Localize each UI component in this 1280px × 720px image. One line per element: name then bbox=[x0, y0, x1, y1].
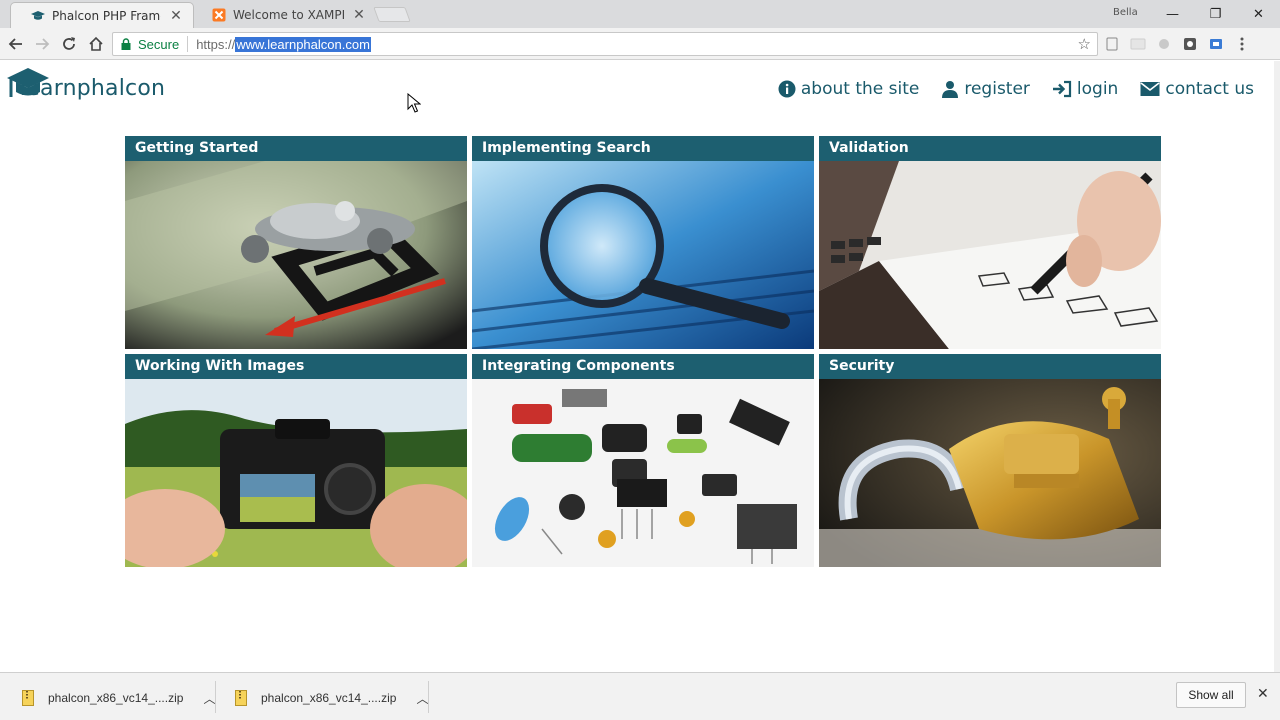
xampp-icon bbox=[212, 8, 226, 22]
close-window-button[interactable]: ✕ bbox=[1237, 0, 1280, 28]
topic-card-getting-started[interactable]: Getting Started bbox=[125, 136, 467, 349]
site-nav: about the site register login contact us bbox=[778, 79, 1254, 99]
back-icon[interactable] bbox=[6, 34, 26, 54]
extension-icons bbox=[1104, 36, 1250, 52]
card-title: Getting Started bbox=[125, 136, 467, 161]
open-padlock-image bbox=[819, 379, 1161, 567]
camera-field-image bbox=[125, 379, 467, 567]
card-title: Security bbox=[819, 354, 1161, 379]
download-separator bbox=[215, 681, 216, 713]
menu-dots-icon[interactable] bbox=[1234, 36, 1250, 52]
download-bar: phalcon_x86_vc14_....zip ︿ phalcon_x86_v… bbox=[0, 672, 1280, 720]
mail-icon bbox=[1140, 82, 1160, 96]
download-filename: phalcon_x86_vc14_....zip bbox=[261, 691, 397, 705]
topic-card-integrating-components[interactable]: Integrating Components bbox=[472, 354, 814, 567]
browser-toolbar: Secure https:// www.learnphalcon.com ☆ bbox=[0, 28, 1280, 60]
nav-about-label: about the site bbox=[800, 79, 920, 99]
bookmark-star-icon[interactable]: ☆ bbox=[1078, 35, 1091, 53]
card-title: Working With Images bbox=[125, 354, 467, 379]
topic-card-security[interactable]: Security bbox=[819, 354, 1161, 567]
zip-file-icon bbox=[22, 690, 34, 706]
url-host: www.learnphalcon.com bbox=[235, 36, 371, 52]
card-title: Implementing Search bbox=[472, 136, 814, 161]
tab-xampp[interactable]: Welcome to XAMPP ✕ bbox=[192, 2, 376, 28]
graduation-cap-icon bbox=[31, 9, 45, 23]
mouse-cursor-icon bbox=[407, 93, 421, 113]
screencast-extension-icon[interactable] bbox=[1208, 36, 1224, 52]
tab-title: Welcome to XAMPP bbox=[233, 8, 344, 22]
nav-login[interactable]: login bbox=[1052, 79, 1118, 99]
monopoly-car-image bbox=[125, 161, 467, 349]
tab-phalcon[interactable]: Phalcon PHP Framework ✕ bbox=[10, 2, 194, 28]
url-scheme: https:// bbox=[196, 36, 236, 52]
download-item[interactable]: phalcon_x86_vc14_....zip ︿ bbox=[235, 683, 428, 713]
secure-label: Secure bbox=[138, 36, 180, 52]
topic-card-implementing-search[interactable]: Implementing Search bbox=[472, 136, 814, 349]
magnifying-glass-image bbox=[472, 161, 814, 349]
nav-register-label: register bbox=[964, 79, 1030, 99]
restore-button[interactable]: ❐ bbox=[1194, 0, 1237, 28]
card-title: Validation bbox=[819, 136, 1161, 161]
topic-card-working-with-images[interactable]: Working With Images bbox=[125, 354, 467, 567]
user-icon bbox=[942, 81, 959, 98]
close-tab-icon[interactable]: ✕ bbox=[169, 8, 183, 24]
new-tab-button[interactable] bbox=[373, 7, 411, 22]
login-icon bbox=[1052, 80, 1072, 98]
reader-extension-icon[interactable] bbox=[1104, 36, 1120, 52]
address-bar[interactable]: Secure https:// www.learnphalcon.com ☆ bbox=[112, 32, 1098, 56]
chevron-up-icon[interactable]: ︿ bbox=[416, 690, 428, 707]
close-download-bar-icon[interactable]: ✕ bbox=[1257, 686, 1269, 702]
forward-icon[interactable] bbox=[32, 34, 52, 54]
show-all-button[interactable]: Show all bbox=[1176, 682, 1246, 708]
info-icon bbox=[778, 80, 796, 98]
download-item[interactable]: phalcon_x86_vc14_....zip ︿ bbox=[22, 683, 215, 713]
pen-checklist-image bbox=[819, 161, 1161, 349]
nav-contact[interactable]: contact us bbox=[1140, 79, 1254, 99]
topic-card-validation[interactable]: Validation bbox=[819, 136, 1161, 349]
address-separator bbox=[187, 36, 189, 52]
lock-icon bbox=[121, 38, 131, 50]
download-separator bbox=[428, 681, 429, 713]
graduation-cap-logo-icon bbox=[6, 67, 50, 103]
chevron-up-icon[interactable]: ︿ bbox=[203, 690, 215, 707]
minimize-button[interactable]: — bbox=[1151, 0, 1194, 28]
tab-title: Phalcon PHP Framework bbox=[52, 8, 161, 23]
page-scrollbar[interactable] bbox=[1274, 61, 1280, 672]
card-title: Integrating Components bbox=[472, 354, 814, 379]
shield-extension-icon[interactable] bbox=[1156, 36, 1172, 52]
close-tab-icon[interactable]: ✕ bbox=[352, 7, 366, 23]
nav-contact-label: contact us bbox=[1165, 79, 1254, 99]
nav-about[interactable]: about the site bbox=[778, 79, 919, 99]
site-logo[interactable]: learnphalcon bbox=[6, 67, 165, 103]
nav-register[interactable]: register bbox=[941, 79, 1030, 99]
profile-label[interactable]: Bella bbox=[1113, 7, 1138, 18]
reload-icon[interactable] bbox=[59, 34, 79, 54]
ghostery-extension-icon[interactable] bbox=[1182, 36, 1198, 52]
electronic-components-image bbox=[472, 379, 814, 567]
zip-file-icon bbox=[235, 690, 247, 706]
window-controls: — ❐ ✕ bbox=[1151, 0, 1280, 28]
home-icon[interactable] bbox=[86, 34, 106, 54]
nav-login-label: login bbox=[1076, 79, 1119, 99]
cast-extension-icon[interactable] bbox=[1130, 36, 1146, 52]
download-filename: phalcon_x86_vc14_....zip bbox=[48, 691, 184, 705]
web-page: learnphalcon about the site register log… bbox=[0, 61, 1274, 672]
tab-strip: Phalcon PHP Framework ✕ Welcome to XAMPP… bbox=[0, 0, 1280, 28]
